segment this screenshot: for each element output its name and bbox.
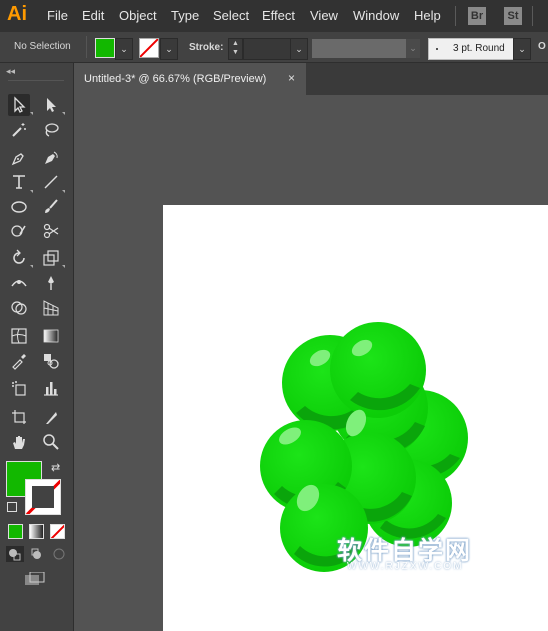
menu-divider [455, 6, 456, 26]
scissors-tool-icon[interactable] [40, 220, 62, 242]
pen-tool-icon[interactable] [8, 147, 30, 169]
flyout-indicator [62, 265, 65, 268]
bridge-button[interactable]: Br [468, 7, 486, 25]
symbol-sprayer-tool-icon[interactable] [8, 377, 30, 399]
menu-view[interactable]: View [310, 8, 338, 23]
flyout-indicator [30, 265, 33, 268]
stroke-weight-dropdown[interactable]: ⌄ [290, 38, 308, 60]
brush-dot-icon [436, 48, 438, 50]
column-graph-tool-icon[interactable] [40, 377, 62, 399]
screen-mode-icon[interactable] [24, 571, 46, 586]
flyout-indicator [62, 112, 65, 115]
stroke-swatch[interactable] [139, 38, 159, 58]
hand-tool-icon[interactable] [8, 431, 30, 453]
curvature-tool-icon[interactable] [40, 147, 62, 169]
menu-type[interactable]: Type [171, 8, 199, 23]
menu-help[interactable]: Help [414, 8, 441, 23]
variable-width-dropdown[interactable]: ⌄ [406, 39, 420, 58]
none-mode-button[interactable] [50, 524, 65, 539]
shaper-tool-icon[interactable] [8, 220, 30, 242]
lasso-tool-icon[interactable] [40, 119, 62, 141]
brush-label: 3 pt. Round [453, 43, 505, 54]
menu-window[interactable]: Window [353, 8, 399, 23]
eyedropper-tool-icon[interactable] [8, 350, 30, 372]
stroke-label: Stroke: [189, 42, 224, 53]
variable-width-profile[interactable] [312, 39, 406, 58]
brush-dropdown[interactable]: ⌄ [513, 38, 531, 60]
perspective-grid-tool-icon[interactable] [40, 297, 62, 319]
draw-normal-icon[interactable] [6, 546, 24, 562]
close-icon[interactable]: × [288, 71, 295, 85]
control-divider [86, 36, 87, 58]
menu-select[interactable]: Select [213, 8, 249, 23]
puppet-warp-tool-icon[interactable] [40, 272, 62, 294]
grape [330, 322, 426, 418]
selection-status: No Selection [14, 41, 71, 52]
document-tab[interactable]: Untitled-3* @ 66.67% (RGB/Preview) × [74, 63, 306, 95]
fill-swatch[interactable] [95, 38, 115, 58]
color-mode-button[interactable] [8, 524, 23, 539]
selection-tool-icon[interactable] [8, 94, 30, 116]
mesh-tool-icon[interactable] [8, 325, 30, 347]
magic-wand-tool-icon[interactable] [8, 119, 30, 141]
artboard-tool-icon[interactable] [8, 406, 30, 428]
gradient-tool-icon[interactable] [40, 325, 62, 347]
default-colors-icon[interactable] [7, 502, 17, 512]
slice-tool-icon[interactable] [40, 406, 62, 428]
stock-button[interactable]: St [504, 7, 522, 25]
line-segment-tool-icon[interactable] [40, 171, 62, 193]
stroke-color-proxy[interactable] [25, 479, 61, 515]
brush-definition[interactable]: 3 pt. Round [428, 38, 514, 60]
blend-tool-icon[interactable] [40, 350, 62, 372]
swap-colors-icon[interactable]: ⇄ [51, 461, 60, 474]
gradient-mode-button[interactable] [29, 524, 44, 539]
menu-bar: Ai File Edit Object Type Select Effect V… [0, 0, 548, 32]
menu-object[interactable]: Object [119, 8, 157, 23]
draw-inside-icon[interactable] [50, 546, 68, 562]
document-title: Untitled-3* @ 66.67% (RGB/Preview) [84, 73, 267, 85]
collapse-panel-icon[interactable]: ◂◂ [6, 66, 15, 77]
flyout-indicator [30, 112, 33, 115]
zoom-tool-icon[interactable] [40, 431, 62, 453]
direct-selection-tool-icon[interactable] [40, 94, 62, 116]
width-tool-icon[interactable] [8, 272, 30, 294]
opacity-label: O [538, 41, 546, 52]
flyout-indicator [62, 190, 65, 193]
app-logo: Ai [7, 3, 27, 25]
menu-divider [532, 6, 533, 26]
menu-effect[interactable]: Effect [262, 8, 295, 23]
stroke-weight-stepper[interactable]: ▲ ▼ [228, 38, 243, 60]
flyout-indicator [30, 190, 33, 193]
type-tool-icon[interactable] [8, 171, 30, 193]
fill-dropdown[interactable]: ⌄ [115, 38, 133, 60]
ellipse-tool-icon[interactable] [8, 196, 30, 218]
paintbrush-tool-icon[interactable] [40, 196, 62, 218]
stroke-dropdown[interactable]: ⌄ [160, 38, 178, 60]
draw-behind-icon[interactable] [28, 546, 46, 562]
shape-builder-tool-icon[interactable] [8, 297, 30, 319]
panel-divider [8, 80, 64, 81]
watermark-url: WWW.RJZXW.COM [347, 561, 464, 572]
rotate-tool-icon[interactable] [8, 247, 30, 269]
menu-edit[interactable]: Edit [82, 8, 104, 23]
menu-file[interactable]: File [47, 8, 68, 23]
stroke-weight-input[interactable] [243, 38, 291, 60]
scale-tool-icon[interactable] [40, 247, 62, 269]
control-bar: No Selection ⌄ ⌄ Stroke: ▲ ▼ ⌄ ⌄ 3 pt. Ro… [0, 32, 548, 63]
